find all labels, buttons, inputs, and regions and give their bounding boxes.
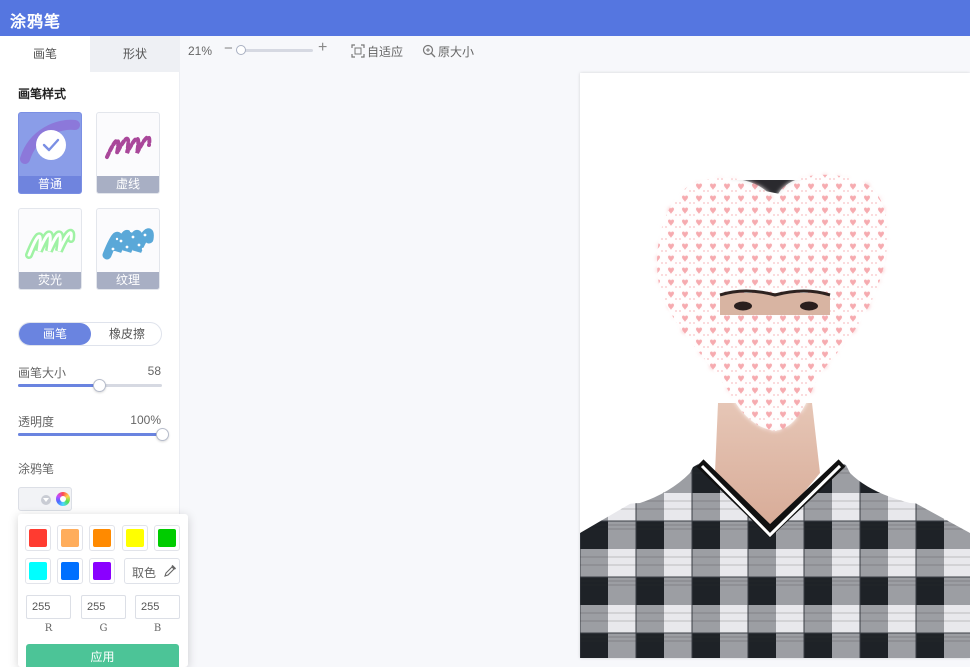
- fit-screen-icon: [351, 44, 365, 58]
- swatch-fill: [61, 562, 79, 580]
- opacity-handle[interactable]: [156, 428, 169, 441]
- brush-style-title: 画笔样式: [18, 87, 67, 101]
- color-swatch[interactable]: [25, 525, 51, 551]
- zoom-slider[interactable]: [236, 45, 313, 55]
- brush-style-label: 纹理: [97, 272, 159, 289]
- tab-bar: 画笔 形状: [0, 36, 180, 72]
- texture-brush-thumbnail: [102, 228, 154, 260]
- tab-brush[interactable]: 画笔: [0, 36, 90, 72]
- brush-eraser-toggle: 画笔 橡皮擦: [18, 322, 162, 346]
- color-swatch[interactable]: [25, 558, 51, 584]
- green-input[interactable]: 255: [81, 595, 126, 619]
- brush-style-dashed[interactable]: 虚线: [96, 112, 160, 194]
- opacity-slider[interactable]: [18, 428, 169, 441]
- swatch-fill: [61, 529, 79, 547]
- title-bar: 涂鸦笔: [0, 0, 970, 36]
- brush-style-normal[interactable]: 普通: [18, 112, 82, 194]
- eraser-mode-button[interactable]: 橡皮擦: [91, 323, 163, 345]
- blue-label: B: [153, 623, 162, 634]
- brush-style-label: 荧光: [19, 272, 81, 289]
- dashed-brush-thumbnail: [105, 135, 152, 159]
- canvas-toolbar: 21% − + 自适应 原大小: [180, 36, 970, 64]
- brush-size-handle[interactable]: [93, 379, 106, 392]
- color-swatch[interactable]: [89, 558, 115, 584]
- drawing-canvas[interactable]: [580, 73, 970, 658]
- swatch-fill: [93, 562, 111, 580]
- portrait-photo: [580, 174, 970, 658]
- swatch-fill: [126, 529, 144, 547]
- fluorescent-brush-thumbnail: [25, 228, 76, 259]
- brush-size-fill: [18, 384, 99, 387]
- color-swatch[interactable]: [57, 525, 83, 551]
- brush-size-slider[interactable]: [18, 379, 162, 392]
- blue-input[interactable]: 255: [135, 595, 180, 619]
- color-swatch[interactable]: [154, 525, 180, 551]
- brush-style-fluorescent[interactable]: 荧光: [18, 208, 82, 290]
- swatch-fill: [158, 529, 176, 547]
- swatch-fill: [93, 529, 111, 547]
- opacity-value: 100%: [130, 413, 161, 427]
- app-title: 涂鸦笔: [10, 14, 62, 31]
- color-palette: 取色 255 255 255 R G B 应用: [18, 514, 188, 667]
- brush-style-label: 普通: [19, 176, 81, 193]
- zoom-in-icon[interactable]: +: [318, 40, 327, 56]
- red-label: R: [44, 623, 53, 634]
- brush-size-label: 画笔大小: [18, 366, 67, 380]
- normal-brush-thumbnail: [20, 119, 80, 164]
- original-size-button[interactable]: 原大小: [422, 43, 474, 60]
- color-swatch[interactable]: [122, 525, 148, 551]
- swatch-fill: [29, 562, 47, 580]
- apply-button[interactable]: 应用: [26, 644, 179, 667]
- brush-mode-button[interactable]: 画笔: [19, 323, 91, 345]
- green-label: G: [99, 623, 108, 634]
- color-wheel-icon[interactable]: [56, 492, 70, 506]
- chevron-down-icon: [41, 495, 51, 505]
- color-swatch[interactable]: [89, 525, 115, 551]
- zoom-handle[interactable]: [236, 45, 246, 55]
- magnifier-icon: [422, 44, 436, 58]
- pen-color-select[interactable]: [18, 487, 72, 511]
- color-picker-label: 取色: [132, 566, 157, 580]
- zoom-level: 21%: [188, 44, 213, 58]
- color-picker-button[interactable]: 取色: [124, 558, 180, 584]
- original-size-label: 原大小: [438, 45, 475, 59]
- opacity-label: 透明度: [18, 415, 55, 429]
- zoom-out-icon[interactable]: −: [224, 41, 233, 56]
- fit-button[interactable]: 自适应: [351, 43, 403, 60]
- fit-label: 自适应: [367, 45, 404, 59]
- color-swatch[interactable]: [57, 558, 83, 584]
- check-icon: [36, 130, 66, 160]
- swatch-fill: [29, 529, 47, 547]
- opacity-fill: [18, 433, 162, 436]
- brush-style-label: 虚线: [97, 176, 159, 193]
- pen-label: 涂鸦笔: [18, 462, 55, 476]
- red-input[interactable]: 255: [26, 595, 71, 619]
- eyedropper-icon: [164, 564, 177, 577]
- brush-size-value: 58: [147, 364, 161, 378]
- tab-shape[interactable]: 形状: [90, 36, 180, 72]
- brush-style-texture[interactable]: 纹理: [96, 208, 160, 290]
